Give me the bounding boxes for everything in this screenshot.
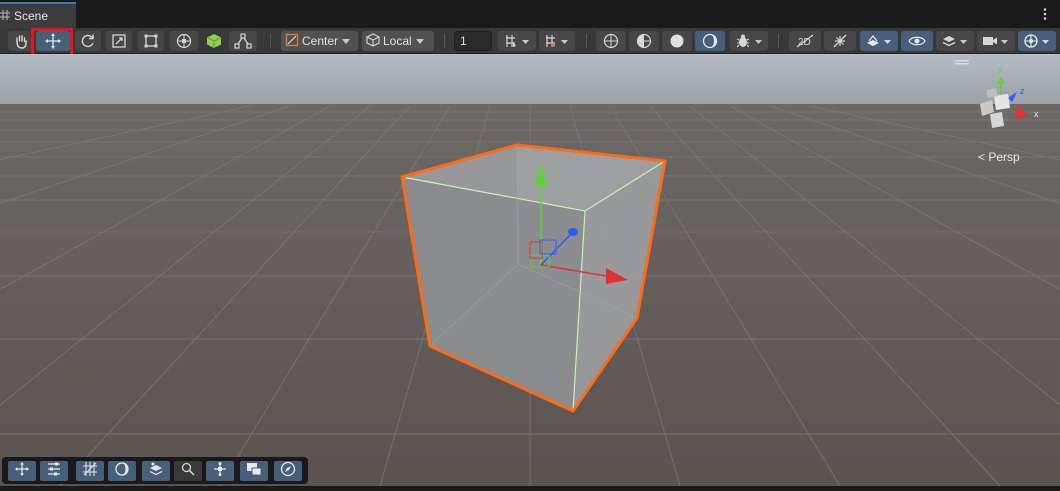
scene-viewport[interactable]: y x z <box>0 54 1060 487</box>
rect-tool-icon <box>143 33 159 49</box>
tab-label: Scene <box>14 9 49 23</box>
hand-tool-button[interactable] <box>8 31 34 51</box>
gizmos-dropdown[interactable] <box>1018 31 1056 51</box>
transform-tool-button[interactable] <box>170 31 198 51</box>
wireframe-shading-button[interactable] <box>596 31 626 51</box>
toolbar-separator <box>444 34 445 48</box>
effects-dropdown[interactable] <box>860 31 898 51</box>
camera-preview-icon <box>246 461 262 482</box>
overlay-search-button[interactable] <box>174 461 202 481</box>
shaded-icon <box>669 33 685 49</box>
chevron-left-icon: < <box>978 150 986 164</box>
shaded-wireframe-button[interactable] <box>629 31 659 51</box>
transform-tool-icon <box>175 32 193 50</box>
chevron-down-icon <box>415 38 424 44</box>
increment-snap-button[interactable] <box>539 31 575 51</box>
move-icon <box>14 461 30 482</box>
debug-draw-dropdown[interactable] <box>730 31 768 51</box>
rotate-tool-icon <box>80 33 96 49</box>
component-icon <box>212 461 228 482</box>
overlay-settings-button[interactable] <box>40 461 68 481</box>
projection-toggle[interactable]: < Persp <box>978 150 1020 164</box>
component-tool-button[interactable] <box>229 31 257 51</box>
search-icon <box>181 462 195 481</box>
hand-tool-icon <box>13 33 29 49</box>
increment-snap-icon <box>544 33 570 49</box>
pivot-mode-dropdown[interactable]: Center <box>281 31 358 51</box>
pivot-rotation-dropdown[interactable]: Local <box>362 31 434 51</box>
more-options-icon[interactable] <box>1038 7 1052 21</box>
pivot-center-icon <box>285 33 299 50</box>
camera-icon <box>982 33 1010 49</box>
rotate-tool-button[interactable] <box>75 31 101 51</box>
layers-dropdown[interactable] <box>936 31 974 51</box>
toolbar-separator <box>586 34 587 48</box>
sky <box>0 54 1060 106</box>
overlay-camera-button[interactable] <box>240 461 268 481</box>
svg-text:y: y <box>998 64 1003 74</box>
grid-snap-value-field[interactable]: 1 <box>454 31 492 51</box>
overlay-component-button[interactable] <box>206 461 234 481</box>
projection-label: Persp <box>988 150 1020 164</box>
scale-tool-icon <box>111 33 127 49</box>
grid-icon <box>82 461 98 482</box>
overlay-grid-button[interactable] <box>76 461 104 481</box>
2d-toggle-icon: 2D <box>795 34 815 48</box>
z-axis-arrow[interactable] <box>568 228 578 236</box>
custom-editor-tool-icon <box>206 33 222 49</box>
toolbar-separator <box>778 34 779 48</box>
layers-icon <box>148 461 164 482</box>
debug-icon <box>735 33 763 49</box>
svg-text:x: x <box>1034 109 1039 119</box>
scene-canvas: y x z <box>0 54 1060 487</box>
shaded-wireframe-icon <box>636 33 652 49</box>
scene-grid-icon <box>0 7 10 25</box>
tab-bar: Scene <box>0 0 1060 28</box>
effects-icon <box>865 33 893 49</box>
component-tool-icon <box>234 33 252 49</box>
rect-tool-button[interactable] <box>138 31 164 51</box>
gizmos-icon <box>1023 33 1051 49</box>
svg-text:z: z <box>1020 86 1025 96</box>
pivot-local-icon <box>366 32 380 50</box>
custom-editor-tool-button[interactable] <box>202 31 226 51</box>
overlay-layers-button[interactable] <box>142 461 170 481</box>
compass-icon <box>280 461 296 482</box>
grid-snap-icon <box>504 33 530 49</box>
draw-mode-icon <box>114 461 130 482</box>
scale-tool-button[interactable] <box>106 31 132 51</box>
tab-scene[interactable]: Scene <box>0 2 76 28</box>
overlay-draw-mode-button[interactable] <box>108 461 136 481</box>
pivot-rotation-label: Local <box>383 34 412 48</box>
lighting-toggle-button[interactable] <box>824 31 856 51</box>
overlay-orientation-button[interactable] <box>274 461 302 481</box>
pivot-mode-label: Center <box>302 34 339 48</box>
overlay-move-button[interactable] <box>8 461 36 481</box>
chevron-down-icon <box>342 38 351 44</box>
visibility-button[interactable] <box>901 31 933 51</box>
2d-toggle-button[interactable]: 2D <box>789 31 821 51</box>
visibility-icon <box>908 35 926 47</box>
draw-mode-button[interactable] <box>695 31 725 51</box>
layers-icon <box>941 33 969 49</box>
move-tool-button[interactable] <box>36 31 70 51</box>
sliders-icon <box>46 461 62 482</box>
scene-toolbar: Center Local 1 2D <box>0 28 1060 54</box>
lighting-toggle-icon <box>831 33 849 49</box>
grid-snap-button[interactable] <box>498 31 536 51</box>
toolbar-separator <box>270 34 271 48</box>
overlay-toolbar <box>2 457 308 484</box>
shaded-button[interactable] <box>662 31 692 51</box>
wireframe-shading-icon <box>603 33 619 49</box>
draw-mode-icon <box>702 33 718 49</box>
camera-dropdown[interactable] <box>977 31 1015 51</box>
move-tool-icon <box>44 32 62 50</box>
